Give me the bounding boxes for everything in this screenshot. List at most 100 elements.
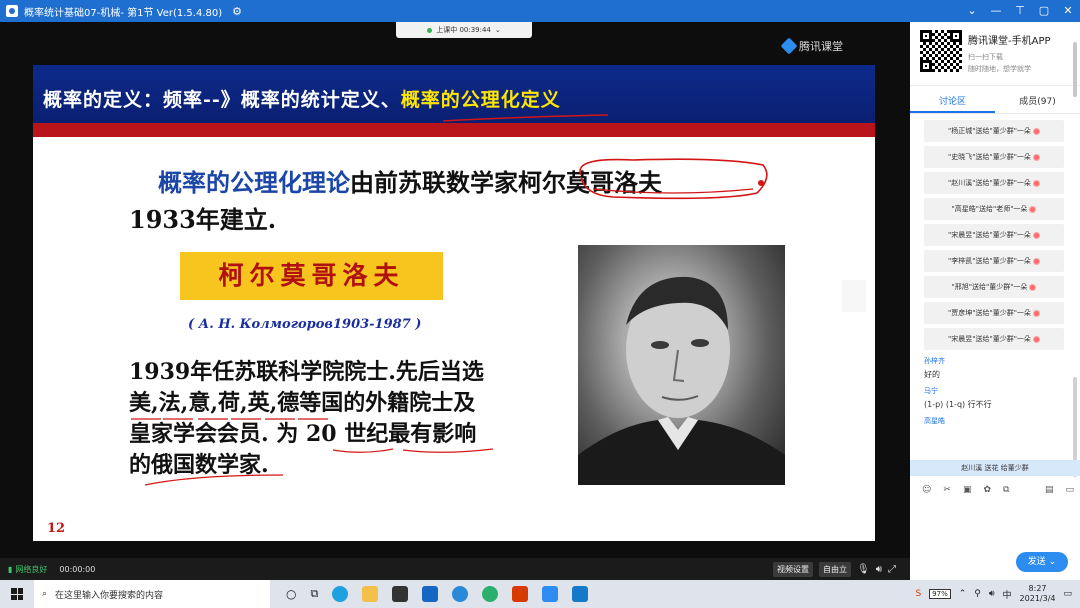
usb-icon[interactable]: ⚲ (974, 589, 981, 599)
send-button[interactable]: 发送 ⌄ (1016, 552, 1068, 572)
gift-toast: 赵川溪 送花 给董少群 (910, 460, 1080, 476)
office-icon[interactable] (512, 586, 529, 602)
chat-user[interactable]: 高星皓 (924, 416, 1072, 426)
cortana-icon[interactable]: ○ (286, 587, 296, 601)
chevron-down-icon: ⌄ (1048, 557, 1057, 567)
chevron-down-icon: ⌄ (494, 26, 501, 34)
tencent-classroom-icon[interactable] (542, 586, 559, 602)
elapsed-timer: 00:00:00 (59, 564, 96, 574)
chat-history-icon[interactable]: ▭ (1065, 485, 1074, 495)
video-settings-button[interactable]: 视频设置 (772, 561, 813, 577)
promo-scrollbar[interactable] (1073, 42, 1077, 97)
taskbar-apps: ○ ⧉ (286, 586, 589, 602)
maximize-button[interactable]: ▢ (1032, 0, 1056, 22)
taskbar-search[interactable]: ⌕ 在这里输入你要搜索的内容 (34, 580, 270, 608)
notification-icon[interactable]: ▭ (1063, 589, 1072, 599)
gift-text: "赵川溪"送给"董少群"一朵 (948, 179, 1031, 187)
stage-toolbar: ▮ 网络良好 00:00:00 视频设置 自由立 🎙︎ 🔊︎ ⤢ (0, 558, 910, 580)
russian-name: ( А. Н. Колмогоров1903-1987 ) (188, 317, 422, 332)
slide-line1-name: 柯尔莫哥洛夫 (518, 168, 662, 197)
gift-notice: "宋晨昱"送给"董少群"一朵 (924, 328, 1064, 350)
brand-logo-icon (780, 37, 798, 55)
slide-text-line1: 概率的公理化理论由前苏联数学家柯尔莫哥洛夫 (158, 163, 662, 198)
flower-icon (1029, 205, 1037, 213)
start-button[interactable] (0, 580, 34, 608)
store-icon[interactable] (392, 586, 409, 602)
title-bar: 概率统计基础07-机械- 第1节 Ver(1.5.4.80) ⚙ ⌄ — ⊤ ▢… (0, 0, 1080, 22)
flower-send-icon[interactable]: ✿ (983, 485, 991, 495)
tab-members[interactable]: 成员(97) (995, 92, 1080, 113)
gift-notice: "高星皓"送给"老师"一朵 (924, 198, 1064, 220)
task-view-icon[interactable]: ⧉ (310, 587, 318, 601)
panel-tabs: 讨论区 成员(97) (910, 92, 1080, 114)
gift-text: "贾彦坤"送给"董少群"一朵 (948, 309, 1031, 317)
brand-watermark: 腾讯课堂 (780, 37, 843, 55)
speaker-tray-icon[interactable]: 🔊︎ (989, 589, 995, 599)
flower-icon (1032, 231, 1040, 239)
self-stand-button[interactable]: 自由立 (818, 561, 851, 577)
slide-paragraph: 1939年任苏联科学院院士.先后当选 美,法,意,荷,英,德等国的外籍院士及 皇… (129, 357, 549, 481)
gift-text: "邢旭"送给"董少群"一朵 (951, 283, 1028, 291)
edge-beta-icon[interactable] (482, 586, 499, 602)
live-status-pill[interactable]: 上课中 00:39:44 ⌄ (396, 22, 532, 38)
para-line4: 的俄国数学家. (129, 452, 269, 478)
settings-icon[interactable]: ⚙ (232, 5, 242, 18)
fullscreen-icon[interactable]: ⤢ (888, 564, 896, 575)
minimize-button[interactable]: — (984, 0, 1008, 22)
gift-notice: "史晓飞"送给"董少群"一朵 (924, 146, 1064, 168)
window-title: 概率统计基础07-机械- 第1节 Ver(1.5.4.80) (24, 7, 223, 19)
gift-text: "宋晨昱"送给"董少群"一朵 (948, 335, 1031, 343)
flower-icon (1032, 309, 1040, 317)
emoji-icon[interactable]: ☺ (922, 485, 931, 495)
tab-discussion[interactable]: 讨论区 (910, 92, 995, 113)
image-icon[interactable]: ▣ (963, 485, 972, 495)
gift-notice: "贾彦坤"送给"董少群"一朵 (924, 302, 1064, 324)
clock[interactable]: 8:27 2021/3/4 (1020, 584, 1056, 604)
taskbar: ⌕ 在这里输入你要搜索的内容 ○ ⧉ S 97% ⌃ ⚲ 🔊︎ 中 8:27 2… (0, 580, 1080, 608)
card-icon[interactable]: ▤ (1045, 485, 1054, 495)
ime-indicator[interactable]: 中 (1003, 588, 1012, 601)
discussion-feed: "杨正城"送给"董少群"一朵 "史晓飞"送给"董少群"一朵 "赵川溪"送给"董少… (910, 116, 1072, 456)
network-status: ▮ 网络良好 (8, 564, 47, 575)
live-dot-icon (427, 27, 433, 33)
taskbar-search-placeholder: 在这里输入你要搜索的内容 (55, 590, 164, 601)
flower-icon (1029, 283, 1037, 291)
gift-notice: "赵川溪"送给"董少群"一朵 (924, 172, 1064, 194)
scissors-icon[interactable]: ✂ (943, 485, 951, 495)
gift-notice: "李梓凯"送给"董少群"一朵 (924, 250, 1064, 272)
gift-notice: "杨正城"送给"董少群"一朵 (924, 120, 1064, 142)
microphone-icon[interactable]: 🎙︎ (857, 564, 870, 575)
portrait-illustration (578, 276, 785, 485)
speaker-icon[interactable]: 🔊︎ (876, 564, 882, 575)
edge-icon[interactable] (332, 586, 349, 602)
clock-date: 2021/3/4 (1019, 594, 1056, 603)
app-promo-sub2: 随时随地，想学就学 (968, 65, 1031, 73)
chat-user[interactable]: 孙梓齐 (924, 356, 1072, 366)
search-icon: ⌕ (42, 589, 48, 599)
live-status-text: 上课中 00:39:44 (436, 26, 491, 34)
network-status-text: 网络良好 (15, 564, 48, 574)
slide-header: 概率的定义：频率--》概率的统计定义、概率的公理化定义 (33, 65, 875, 123)
clock-time: 8:27 (1028, 584, 1047, 593)
slide-text-line2: 1933年建立. (129, 205, 277, 234)
tray-app-icon[interactable]: S (915, 589, 921, 599)
chat-message: 马宁 (1-p) (1-q) 行不行 (924, 386, 1072, 410)
gift-text: "史晓飞"送给"董少群"一朵 (948, 153, 1031, 161)
mail-icon[interactable] (422, 586, 439, 602)
chat-user[interactable]: 马宁 (924, 386, 1072, 396)
collapse-button[interactable]: ⌄ (960, 0, 984, 22)
gift-notice: "邢旭"送给"董少群"一朵 (924, 276, 1064, 298)
flower-icon (1032, 127, 1040, 135)
pin-button[interactable]: ⊤ (1008, 0, 1032, 22)
file-explorer-icon[interactable] (362, 586, 379, 602)
flower-icon (1032, 335, 1040, 343)
battery-indicator[interactable]: 97% (929, 589, 951, 599)
tablet-icon[interactable] (572, 586, 589, 602)
qr-code (920, 30, 962, 72)
screenshot-icon[interactable]: ⧉ (1003, 485, 1009, 495)
browser-icon[interactable] (452, 586, 469, 602)
stage-side-handle[interactable] (842, 280, 866, 312)
close-button[interactable]: ✕ (1056, 0, 1080, 22)
flower-icon (1032, 153, 1040, 161)
chevron-up-icon[interactable]: ⌃ (959, 589, 967, 599)
